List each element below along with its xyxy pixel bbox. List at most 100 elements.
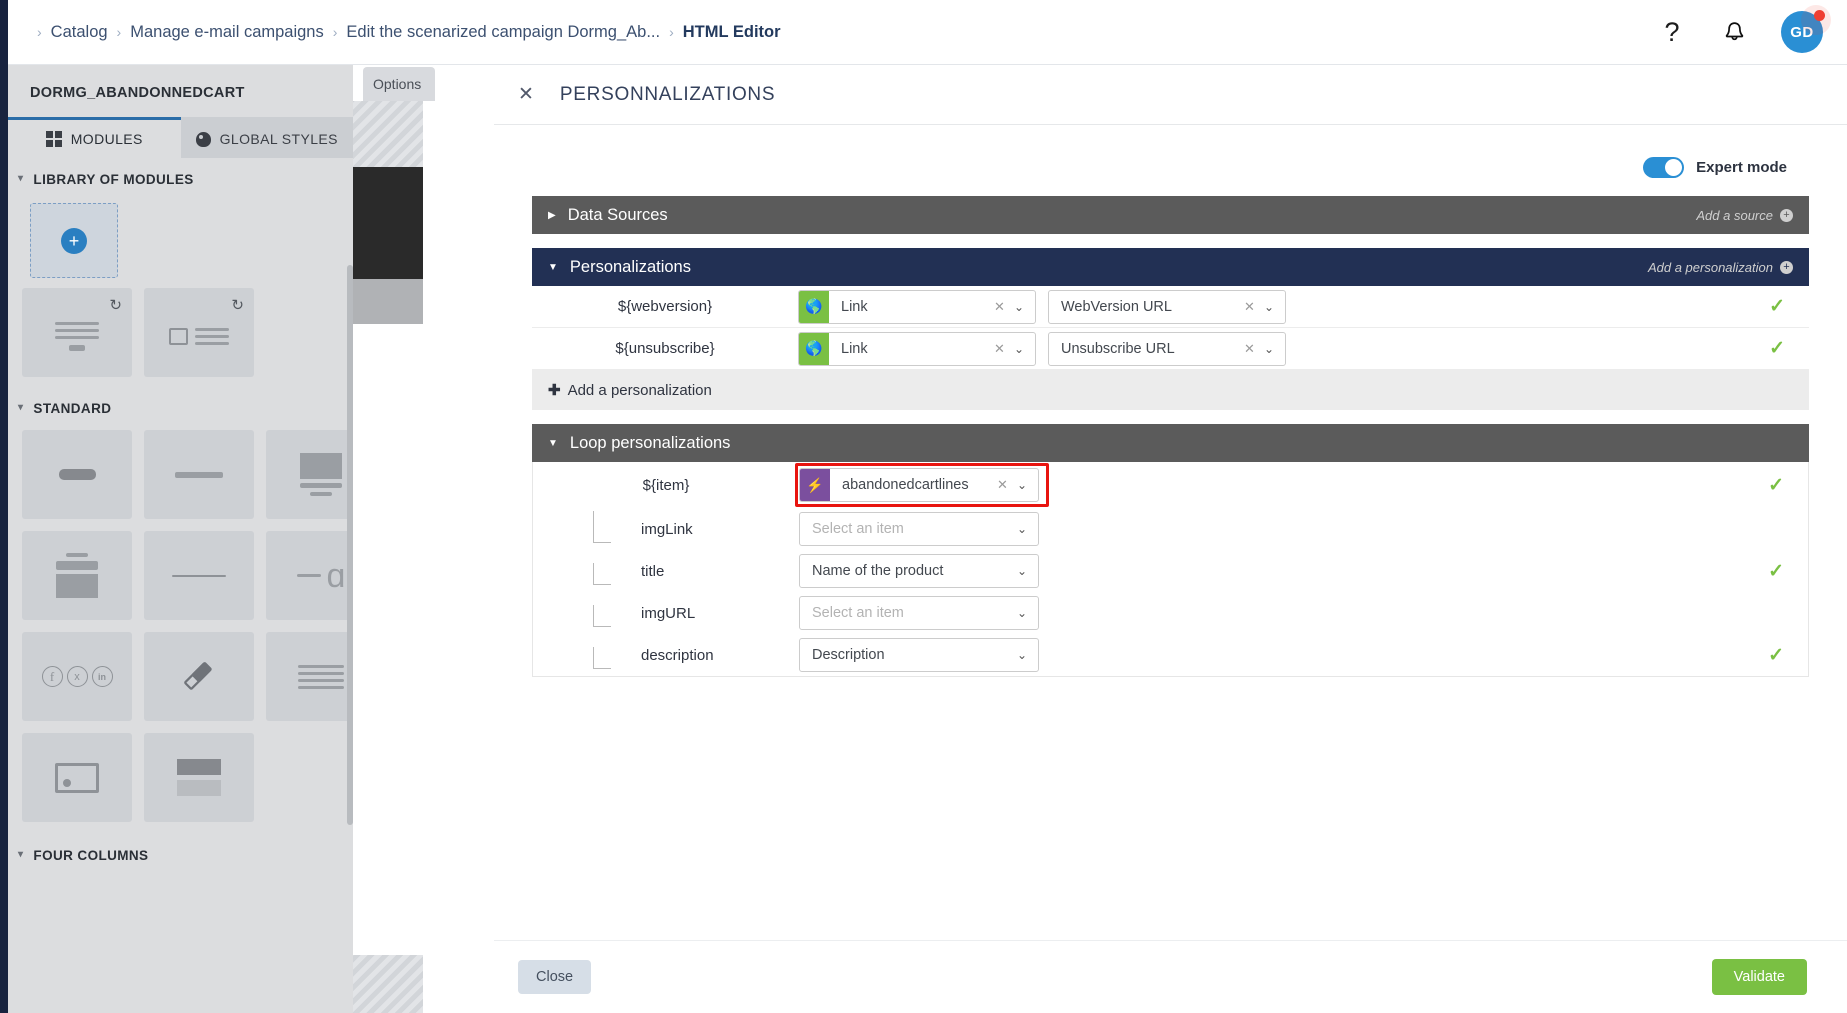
expert-mode-toggle[interactable] (1643, 157, 1685, 178)
clear-icon[interactable]: ✕ (1244, 299, 1255, 315)
chevron-down-icon: ⌄ (1013, 299, 1024, 314)
plus-icon: ✚ (548, 382, 561, 399)
lightning-bolt-icon: ⚡ (800, 469, 830, 501)
tree-connector: imgURL (533, 604, 799, 627)
personalization-variable: ${webversion} (617, 298, 713, 315)
add-personalization-button[interactable]: Add a personalization + (1648, 260, 1793, 275)
chevron-down-icon: ⌄ (1013, 341, 1024, 356)
editor-dark-block (353, 167, 423, 279)
module-thumb-divider[interactable] (144, 430, 254, 519)
personalization-variable: ${unsubscribe} (615, 340, 715, 357)
tree-line-horizontal (593, 625, 611, 627)
close-icon[interactable]: ✕ (518, 85, 534, 104)
section-standard-label: STANDARD (33, 401, 112, 416)
loop-field-select[interactable]: Name of the product ⌄ (799, 554, 1039, 588)
clear-icon[interactable]: ✕ (1244, 341, 1255, 357)
chevron-down-icon: ⌄ (1263, 299, 1274, 314)
add-source-button[interactable]: Add a source + (1696, 208, 1793, 223)
breadcrumb-separator: › (37, 24, 42, 40)
clear-icon[interactable]: ✕ (994, 341, 1005, 357)
loop-field-label: imgLink (641, 520, 693, 538)
loop-personalizations-header[interactable]: ▼ Loop personalizations (532, 424, 1809, 462)
loop-personalizations-panel: ▼ Loop personalizations ${item} ⚡ abando… (532, 424, 1809, 677)
breadcrumb-item-html-editor[interactable]: HTML Editor (683, 23, 781, 42)
section-four-columns[interactable]: ▾ FOUR COLUMNS (8, 822, 353, 873)
module-thumb-button[interactable] (22, 430, 132, 519)
module-thumb-text-circle[interactable]: ɑ (266, 531, 353, 620)
loop-field-row: imgURL Select an item ⌄ ✓ (533, 592, 1808, 634)
clear-icon[interactable]: ✕ (994, 299, 1005, 315)
valid-check-icon: ✓ (1768, 644, 1784, 666)
bell-icon[interactable] (1719, 17, 1749, 47)
loop-field-select[interactable]: Select an item ⌄ (799, 596, 1039, 630)
tree-line-vertical (593, 646, 594, 668)
modal-header: ✕ PERSONNALIZATIONS (494, 65, 1847, 125)
loop-field-value: Select an item (812, 521, 904, 537)
personalization-type-select[interactable]: 🌎 Link ✕ ⌄ (798, 331, 1036, 366)
loop-field-row: imgLink Select an item ⌄ ✓ (533, 508, 1808, 550)
validate-button[interactable]: Validate (1711, 959, 1807, 995)
options-tab[interactable]: Options (363, 67, 435, 101)
chevron-down-icon: ⌄ (1016, 606, 1027, 620)
breadcrumb-item-catalog[interactable]: Catalog (51, 23, 108, 42)
section-standard[interactable]: ▾ STANDARD (8, 377, 353, 426)
data-sources-panel: ▶ Data Sources Add a source + (532, 196, 1809, 234)
chevron-down-icon: ⌄ (1016, 522, 1027, 536)
module-thumb-social-networks[interactable]: f x in (22, 632, 132, 721)
module-thumb-paragraph[interactable] (266, 632, 353, 721)
personalization-target-select[interactable]: WebVersion URL ✕ ⌄ (1048, 289, 1286, 324)
tab-global-styles[interactable]: GLOBAL STYLES (180, 117, 353, 158)
personalization-type-value: Link (841, 340, 868, 357)
personalization-target-value: Unsubscribe URL (1061, 340, 1175, 357)
module-thumb-two-blocks[interactable] (144, 733, 254, 822)
add-personalization-row-label: Add a personalization (567, 381, 712, 399)
loop-field-select[interactable]: Select an item ⌄ (799, 512, 1039, 546)
module-thumb-header-image[interactable] (22, 531, 132, 620)
loop-field-value: Select an item (812, 605, 904, 621)
module-thumb-text-block[interactable]: ↻ (22, 288, 132, 377)
tree-line-horizontal (593, 583, 611, 585)
left-sidebar: DORMG_ABANDONNEDCART MODULES GLOBAL STYL… (8, 65, 353, 1013)
personalization-type-select[interactable]: 🌎 Link ✕ ⌄ (798, 289, 1036, 324)
help-icon[interactable]: ? (1657, 17, 1687, 47)
sidebar-tabs: MODULES GLOBAL STYLES (8, 117, 353, 158)
loop-field-label: description (641, 646, 714, 664)
breadcrumb-item-edit-campaign[interactable]: Edit the scenarized campaign Dormg_Ab... (346, 23, 660, 42)
avatar[interactable]: GD (1781, 5, 1831, 53)
section-library-of-modules[interactable]: ▾ LIBRARY OF MODULES (8, 158, 353, 197)
add-source-label: Add a source (1696, 207, 1773, 223)
module-thumb-separator[interactable] (144, 531, 254, 620)
personalizations-modal: ✕ PERSONNALIZATIONS Expert mode ▶ Data S… (494, 65, 1847, 1013)
chevron-down-icon: ▼ (548, 261, 558, 273)
close-button[interactable]: Close (518, 960, 592, 994)
personalizations-header[interactable]: ▼ Personalizations Add a personalization… (532, 248, 1809, 286)
loop-field-label: imgURL (641, 604, 696, 622)
add-personalization-row[interactable]: ✚ Add a personalization (532, 370, 1809, 410)
expert-mode-label: Expert mode (1696, 159, 1787, 176)
chevron-down-icon: ⌄ (1016, 648, 1027, 662)
sidebar-campaign-title: DORMG_ABANDONNEDCART (30, 85, 245, 101)
personalizations-title: Personalizations (569, 257, 691, 276)
chevron-down-icon: ▾ (18, 402, 24, 413)
valid-check-icon: ✓ (1768, 474, 1784, 496)
breadcrumb-item-campaigns[interactable]: Manage e-mail campaigns (130, 23, 324, 42)
module-thumb-custom-html[interactable] (144, 632, 254, 721)
loop-field-select[interactable]: Description ⌄ (799, 638, 1039, 672)
modal-body: Expert mode ▶ Data Sources Add a source … (494, 125, 1847, 940)
loop-field-row: title Name of the product ⌄ ✓ (533, 550, 1808, 592)
chevron-down-icon: ▾ (18, 849, 24, 860)
tab-modules[interactable]: MODULES (8, 117, 181, 158)
tree-line-horizontal (593, 667, 611, 669)
module-thumb-picture[interactable] (22, 733, 132, 822)
add-module-button[interactable]: + (30, 203, 118, 278)
module-thumb-image-caption[interactable] (266, 430, 353, 519)
chevron-down-icon: ⌄ (1263, 341, 1274, 356)
module-thumb-image-text[interactable]: ↻ (144, 288, 254, 377)
tree-line-horizontal (593, 541, 611, 543)
personalization-target-select[interactable]: Unsubscribe URL ✕ ⌄ (1048, 331, 1286, 366)
header-actions: ? GD (1657, 5, 1847, 53)
clear-icon[interactable]: ✕ (997, 477, 1008, 493)
data-sources-title: Data Sources (567, 205, 668, 224)
loop-item-select[interactable]: ⚡ abandonedcartlines ✕ ⌄ (799, 468, 1039, 502)
data-sources-header[interactable]: ▶ Data Sources Add a source + (532, 196, 1809, 234)
